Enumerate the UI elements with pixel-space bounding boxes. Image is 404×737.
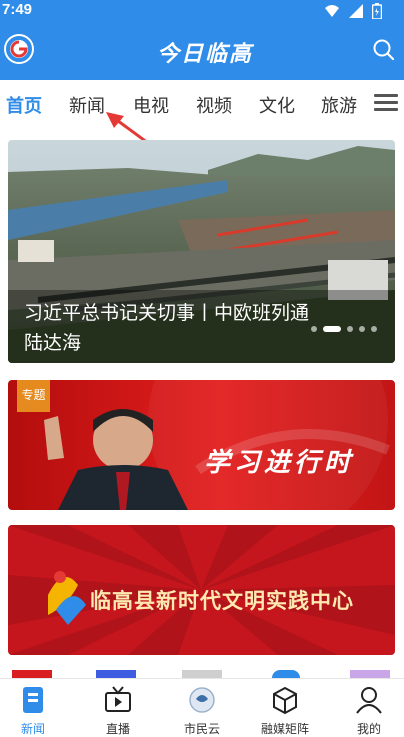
next-row-peek [272, 670, 300, 678]
tab-travel[interactable]: 旅游 [321, 92, 357, 118]
app-title: 今日临高 [156, 41, 253, 67]
nav-citizen-cloud[interactable]: 市民云 [162, 679, 242, 736]
next-row-peek [96, 670, 136, 678]
hero-carousel[interactable]: 习近平总书记关切事丨中欧班列通陆达海 [8, 140, 395, 363]
topic-tag: 专题 [17, 380, 50, 412]
profile-icon [356, 687, 382, 714]
civilization-center-banner[interactable]: 临高县新时代文明实践中心 [8, 525, 395, 655]
carousel-dot-active [323, 326, 341, 332]
topic-slogan: 学习进行时 [204, 448, 355, 478]
battery-icon [372, 3, 382, 19]
next-row-peek [182, 670, 222, 678]
app-logo[interactable] [4, 34, 34, 64]
nav-live-label: 直播 [105, 722, 130, 736]
status-icons [324, 3, 382, 19]
tab-home[interactable]: 首页 [6, 92, 42, 118]
bottom-navigation: 新闻 直播 市民云 融媒矩阵 我的 [0, 678, 404, 736]
carousel-indicator [311, 326, 377, 332]
next-row-peek [350, 670, 390, 678]
cube-icon [273, 686, 297, 715]
nav-profile-label: 我的 [356, 722, 381, 736]
topic-banner-xuexi[interactable]: 专题 学习进行时 [8, 380, 395, 510]
nav-live[interactable]: 直播 [78, 679, 158, 736]
carousel-dot [371, 326, 377, 332]
signal-icon [349, 4, 363, 18]
hero-caption: 习近平总书记关切事丨中欧班列通陆达海 [24, 302, 310, 354]
citizen-cloud-icon [189, 687, 215, 713]
search-icon[interactable] [372, 38, 396, 62]
nav-citizen-cloud-label: 市民云 [183, 722, 220, 736]
status-bar: 7:49 [0, 0, 404, 24]
tab-video[interactable]: 视频 [196, 92, 232, 118]
nav-profile[interactable]: 我的 [329, 679, 404, 736]
logo-icon [6, 36, 32, 62]
nav-news-label: 新闻 [20, 722, 45, 736]
menu-icon[interactable] [374, 94, 398, 112]
news-icon [23, 687, 43, 713]
live-tv-icon [105, 686, 131, 712]
next-row-peek [12, 670, 52, 678]
tab-culture[interactable]: 文化 [259, 92, 295, 118]
nav-news[interactable]: 新闻 [0, 679, 73, 736]
nav-media-matrix[interactable]: 融媒矩阵 [245, 679, 325, 736]
carousel-dot [359, 326, 365, 332]
civilization-center-title: 临高县新时代文明实践中心 [90, 589, 354, 613]
status-time: 7:49 [2, 1, 33, 18]
category-tabs: 首页 新闻 电视 视频 文化 旅游 [0, 84, 404, 126]
carousel-dot [311, 326, 317, 332]
wifi-icon [325, 5, 339, 17]
nav-media-matrix-label: 融媒矩阵 [260, 722, 309, 736]
carousel-dot [347, 326, 353, 332]
app-bar: 今日临高 [0, 24, 404, 80]
